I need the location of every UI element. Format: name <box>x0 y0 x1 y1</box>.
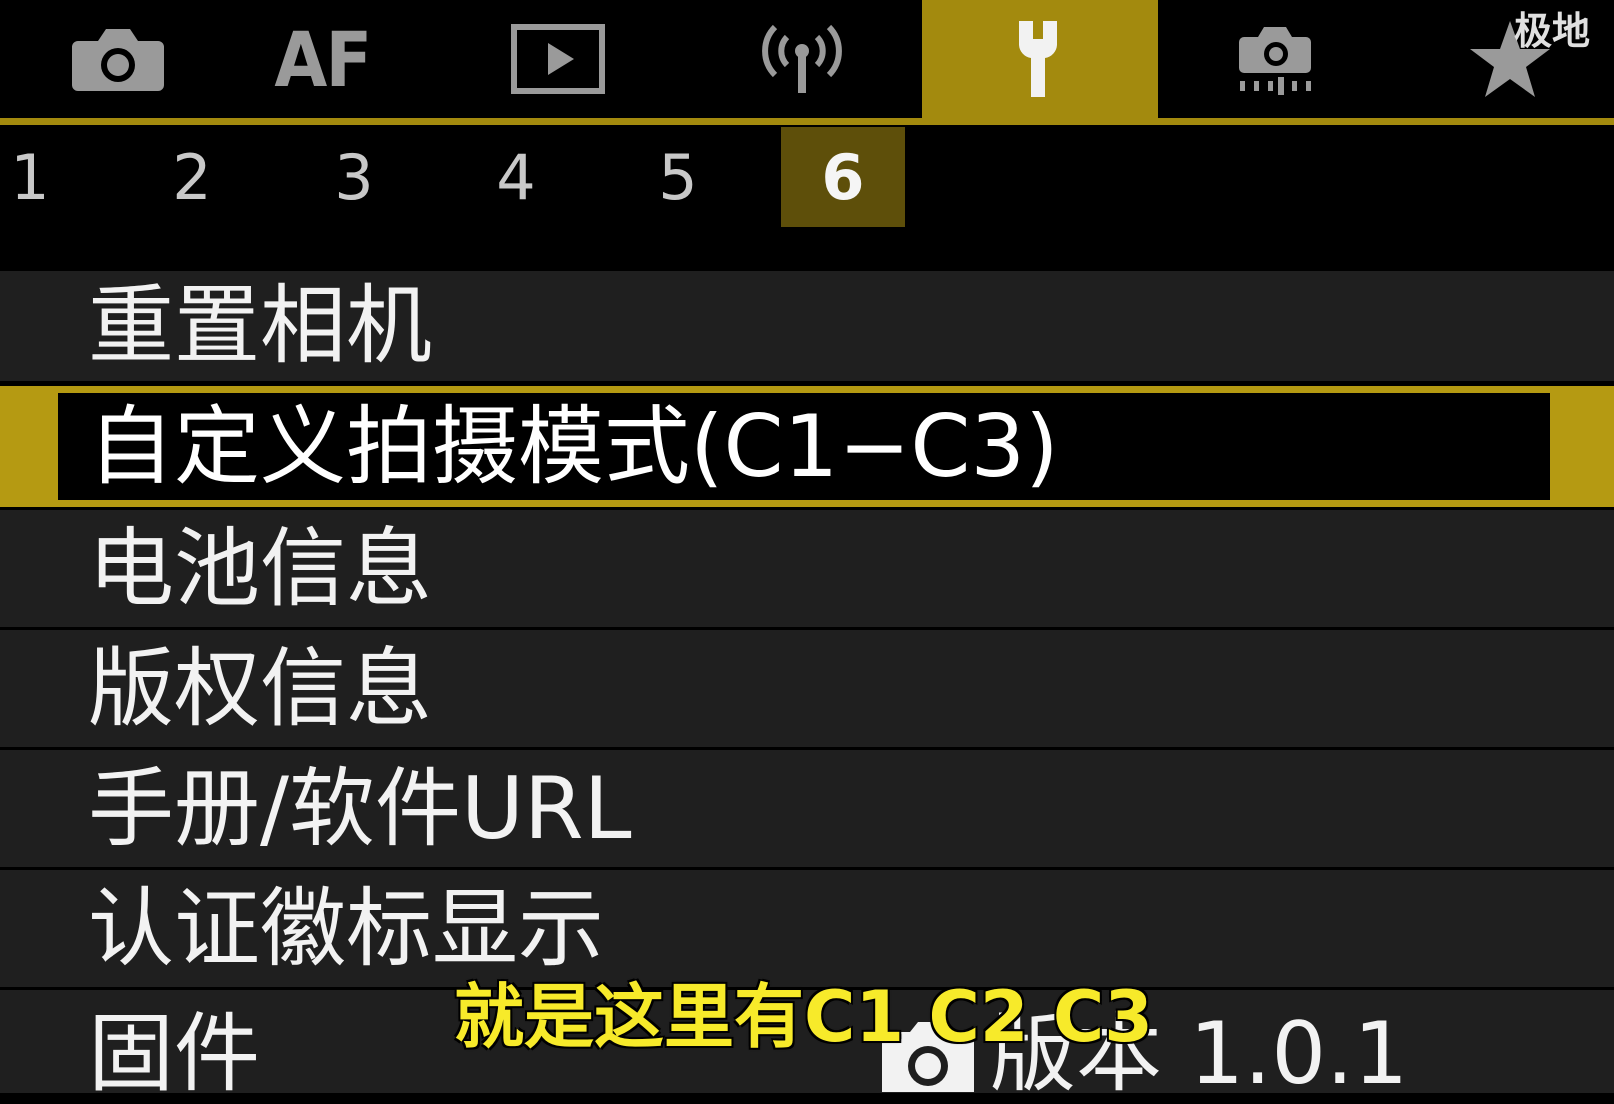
page-tab-3[interactable]: 3 <box>292 127 416 227</box>
camera-custom-icon <box>1232 21 1320 97</box>
playback-icon <box>510 23 606 95</box>
page-tab-2[interactable]: 2 <box>130 127 254 227</box>
camera-menu-screen: AF 极地 1 2 3 4 5 6 重置相机 自定义拍摄模式(C1−C3) 电池… <box>0 0 1614 1097</box>
page-tab-4[interactable]: 4 <box>454 127 578 227</box>
menu-item-reset-camera[interactable]: 重置相机 <box>0 268 1614 381</box>
category-underline <box>0 118 1614 125</box>
menu-item-label: 固件 <box>88 1003 260 1104</box>
page-tab-5[interactable]: 5 <box>616 127 740 227</box>
watermark: 极地 <box>1514 9 1591 53</box>
menu-item-label: 认证徽标显示 <box>88 878 604 979</box>
menu-item-label: 重置相机 <box>88 276 432 376</box>
video-subtitle: 就是这里有C1 C2 C3 <box>454 976 1153 1058</box>
tab-custom-functions[interactable] <box>1158 0 1394 118</box>
tab-wireless[interactable] <box>684 0 920 118</box>
page-tab-1[interactable]: 1 <box>0 127 92 227</box>
selection-highlight: 自定义拍摄模式(C1−C3) <box>58 393 1550 500</box>
category-tab-bar: AF <box>0 0 1614 125</box>
menu-item-label: 版权信息 <box>88 638 432 739</box>
tab-af-label: AF <box>273 14 372 104</box>
camera-icon <box>70 23 166 95</box>
menu-item-copyright-info[interactable]: 版权信息 <box>0 627 1614 747</box>
wireless-icon <box>757 21 847 97</box>
menu-item-certification-logo[interactable]: 认证徽标显示 <box>0 867 1614 987</box>
menu-item-label: 手册/软件URL <box>88 758 632 859</box>
tab-setup[interactable] <box>922 0 1158 118</box>
menu-item-label: 电池信息 <box>88 518 432 619</box>
tab-shooting[interactable] <box>0 0 236 118</box>
menu-item-manual-software-url[interactable]: 手册/软件URL <box>0 747 1614 867</box>
wrench-icon <box>1005 17 1075 101</box>
tab-playback[interactable] <box>440 0 676 118</box>
tab-af[interactable]: AF <box>204 0 440 118</box>
menu-item-battery-info[interactable]: 电池信息 <box>0 507 1614 627</box>
page-tab-6[interactable]: 6 <box>781 127 905 227</box>
page-tab-bar: 1 2 3 4 5 6 <box>0 125 1614 227</box>
menu-item-label: 自定义拍摄模式(C1−C3) <box>88 396 1059 497</box>
menu-item-custom-shooting-mode[interactable]: 自定义拍摄模式(C1−C3) <box>0 383 1614 507</box>
